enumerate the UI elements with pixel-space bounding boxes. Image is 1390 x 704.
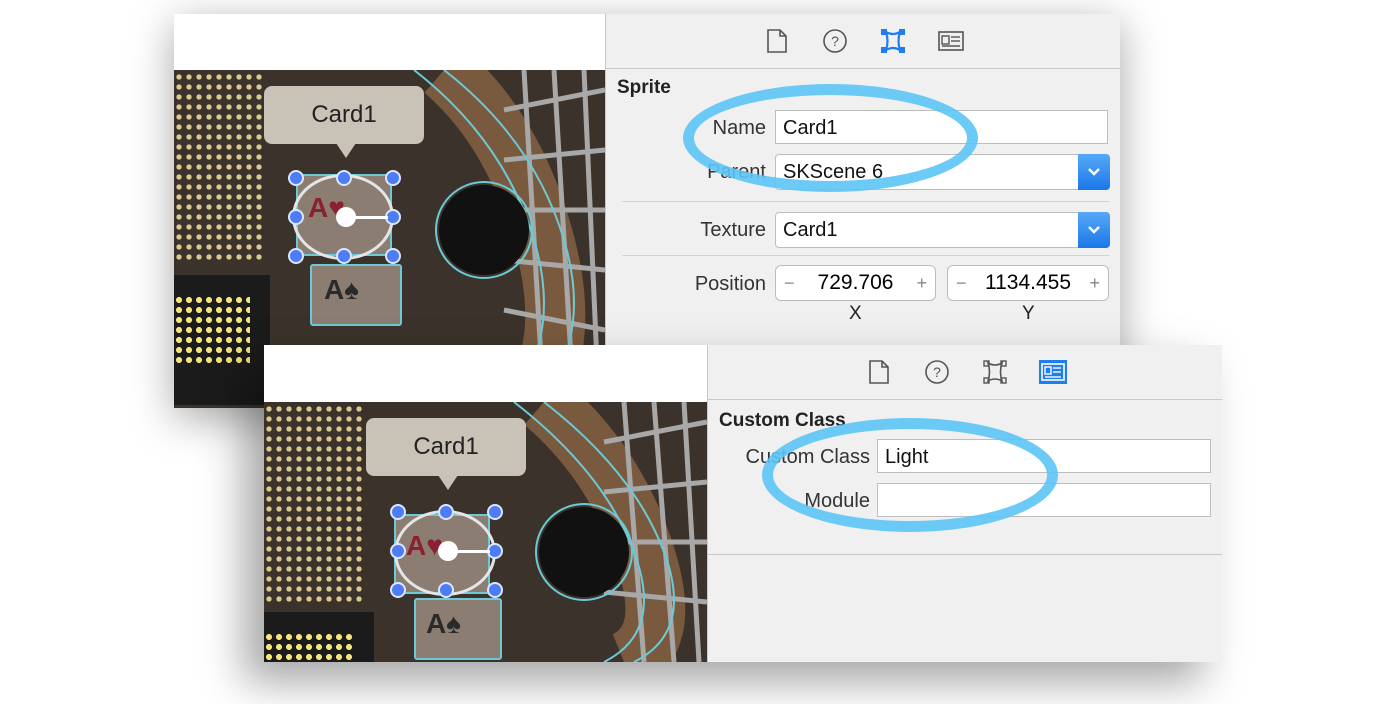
custom-class-row: Custom Class Light bbox=[708, 436, 1222, 480]
resize-handle[interactable] bbox=[390, 582, 406, 598]
resize-handle[interactable] bbox=[288, 209, 304, 225]
position-y-stepper[interactable]: − 1134.455 + bbox=[947, 265, 1109, 301]
resize-handle[interactable] bbox=[288, 248, 304, 264]
texture-value: Card1 bbox=[783, 219, 838, 241]
inspector-tabbar: ? bbox=[606, 14, 1120, 69]
resize-handle[interactable] bbox=[336, 170, 352, 186]
section-title: Sprite bbox=[617, 77, 671, 98]
texture-popup[interactable]: Card1 bbox=[775, 212, 1110, 248]
texture-label: Texture bbox=[700, 219, 766, 241]
increment-button[interactable]: + bbox=[1089, 273, 1100, 294]
resize-handle[interactable] bbox=[487, 504, 503, 520]
toolbar-blank bbox=[264, 345, 707, 403]
position-label: Position bbox=[694, 273, 766, 295]
svg-text:?: ? bbox=[831, 33, 839, 49]
anchor-point[interactable] bbox=[336, 207, 356, 227]
position-x-value[interactable]: 729.706 bbox=[818, 271, 894, 295]
resize-handle[interactable] bbox=[487, 582, 503, 598]
position-row: Position − 729.706 + − 1134.455 + X Y bbox=[606, 263, 1120, 343]
name-row: Name Card1 bbox=[606, 107, 1120, 151]
divider bbox=[708, 554, 1222, 555]
identity-inspector-window: A♥ A♠ Card1 ? Custom Class Custom Class … bbox=[264, 345, 1222, 662]
quick-help-icon[interactable]: ? bbox=[820, 26, 850, 56]
custom-class-field[interactable]: Light bbox=[877, 439, 1211, 473]
position-y-value[interactable]: 1134.455 bbox=[985, 271, 1071, 295]
resize-handle[interactable] bbox=[288, 170, 304, 186]
resize-handle[interactable] bbox=[336, 248, 352, 264]
resize-handle[interactable] bbox=[385, 248, 401, 264]
inspector-tabbar: ? bbox=[708, 345, 1222, 400]
node-name-callout: Card1 bbox=[366, 418, 526, 490]
divider bbox=[622, 255, 1109, 256]
resize-handle[interactable] bbox=[438, 504, 454, 520]
file-inspector-icon[interactable] bbox=[864, 357, 894, 387]
x-axis-label: X bbox=[849, 303, 862, 324]
name-label: Name bbox=[712, 117, 766, 139]
custom-class-label: Custom Class bbox=[745, 446, 870, 468]
toolbar-blank bbox=[174, 14, 605, 70]
rotation-handle-line[interactable] bbox=[456, 550, 490, 553]
parent-label: Parent bbox=[707, 161, 766, 183]
divider bbox=[622, 201, 1109, 202]
attributes-inspector-icon[interactable] bbox=[878, 26, 908, 56]
chevron-down-icon[interactable] bbox=[1078, 212, 1110, 248]
parent-row: Parent SKScene 6 bbox=[606, 151, 1120, 195]
chevron-down-icon[interactable] bbox=[1078, 154, 1110, 190]
decrement-button[interactable]: − bbox=[784, 273, 795, 294]
identity-inspector-icon[interactable] bbox=[1038, 357, 1068, 387]
resize-handle[interactable] bbox=[390, 504, 406, 520]
module-field[interactable] bbox=[877, 483, 1211, 517]
y-axis-label: Y bbox=[1022, 303, 1035, 324]
name-field[interactable]: Card1 bbox=[775, 110, 1108, 144]
parent-value: SKScene 6 bbox=[783, 161, 884, 183]
card-ace-spades[interactable]: A♠ bbox=[310, 264, 402, 326]
svg-text:?: ? bbox=[933, 364, 941, 380]
resize-handle[interactable] bbox=[390, 543, 406, 559]
resize-handle[interactable] bbox=[385, 170, 401, 186]
increment-button[interactable]: + bbox=[916, 273, 927, 294]
roulette-wheel-graphic bbox=[513, 402, 707, 662]
inspector-panel: ? Custom Class Custom Class Light Module bbox=[707, 345, 1222, 662]
attributes-inspector-icon[interactable] bbox=[980, 357, 1010, 387]
position-x-stepper[interactable]: − 729.706 + bbox=[775, 265, 936, 301]
score-digits bbox=[174, 295, 250, 365]
texture-row: Texture Card1 bbox=[606, 209, 1120, 253]
anchor-point[interactable] bbox=[438, 541, 458, 561]
resize-handle[interactable] bbox=[438, 582, 454, 598]
scene-canvas[interactable]: A♥ A♠ Card1 bbox=[264, 402, 707, 662]
quick-help-icon[interactable]: ? bbox=[922, 357, 952, 387]
module-label: Module bbox=[804, 490, 870, 512]
card-ace-spades[interactable]: A♠ bbox=[414, 598, 502, 660]
node-name-callout: Card1 bbox=[264, 86, 424, 158]
identity-inspector-icon[interactable] bbox=[936, 26, 966, 56]
scoreboard-dots bbox=[264, 404, 364, 604]
parent-popup[interactable]: SKScene 6 bbox=[775, 154, 1110, 190]
decrement-button[interactable]: − bbox=[956, 273, 967, 294]
module-row: Module bbox=[708, 480, 1222, 524]
score-digits bbox=[264, 632, 354, 662]
file-inspector-icon[interactable] bbox=[762, 26, 792, 56]
rotation-handle-line[interactable] bbox=[354, 216, 388, 219]
section-title: Custom Class bbox=[719, 410, 846, 431]
scoreboard-dots bbox=[174, 72, 266, 262]
